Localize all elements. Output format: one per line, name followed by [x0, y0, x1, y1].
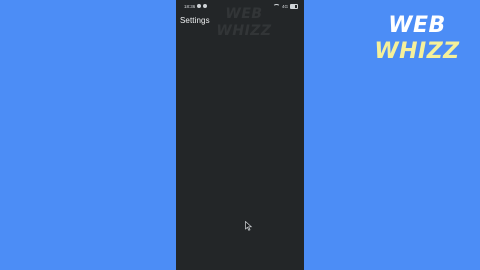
logo-line2: WHIZZ — [374, 39, 460, 64]
status-time: 18:36 — [184, 3, 196, 9]
phone-watermark: WEB WHIZZ — [210, 6, 278, 40]
notification-icon — [197, 4, 202, 8]
video-frame: 18:36 4G WEB WHIZZ Settings WEB WHIZZ — [0, 0, 480, 270]
status-left: 18:36 — [184, 3, 208, 9]
watermark-line1: WEB — [225, 6, 263, 22]
battery-icon — [290, 3, 298, 9]
mouse-pointer-icon — [245, 221, 253, 231]
logo-line1: WEB — [388, 13, 446, 38]
brand-logo: WEB WHIZZ — [372, 13, 462, 65]
side-panel-handle-icon[interactable] — [301, 104, 304, 120]
watermark-line2: WHIZZ — [216, 23, 272, 39]
phone-screen: 18:36 4G WEB WHIZZ Settings — [176, 0, 304, 270]
page-title: Settings — [180, 16, 210, 25]
network-label: 4G — [281, 3, 288, 9]
notification-icon-2 — [203, 4, 208, 8]
